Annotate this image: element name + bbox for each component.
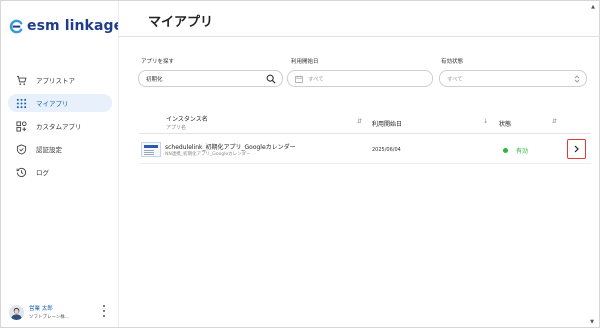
sort-icon[interactable]: ⇵: [552, 118, 557, 125]
chevron-right-icon: [574, 145, 579, 153]
search-value: 初期化: [146, 76, 163, 83]
status-select[interactable]: すべて: [439, 70, 587, 87]
status-text: 有効: [516, 148, 529, 155]
logo-mark-icon: [9, 19, 23, 33]
grid-dots-icon: [16, 98, 27, 109]
detail-button[interactable]: [567, 139, 586, 159]
search-label: アプリを探す: [141, 59, 175, 65]
page-title: マイアプリ: [148, 15, 214, 30]
sidebar-item-logs[interactable]: ログ: [8, 163, 112, 181]
main-content: マイアプリ ▲ ▼ アプリを探す 初期化 利用開始日 すべて 有効状態 すべて …: [118, 1, 600, 327]
table-row[interactable]: schedulelink_初期化アプリ_Googleカレンダー NN連携_初期化…: [139, 135, 591, 164]
column-status[interactable]: 状態: [499, 119, 511, 128]
more-options-icon[interactable]: [101, 305, 107, 317]
instance-name: schedulelink_初期化アプリ_Googleカレンダー: [165, 144, 296, 151]
custom-app-icon: [16, 120, 27, 132]
sort-icon[interactable]: ⇵: [357, 118, 362, 125]
calendar-icon: [295, 75, 303, 83]
start-date-field[interactable]: すべて: [287, 70, 433, 87]
sidebar-item-label: ログ: [36, 169, 49, 177]
sidebar-item-label: マイアプリ: [36, 100, 69, 108]
shield-icon: [16, 143, 27, 155]
column-instance-name[interactable]: インスタンス名: [166, 114, 208, 123]
sidebar: esm linkage アプリストア マイアプリ カスタムアプリ 認証設定 ログ…: [1, 1, 123, 327]
app-name: NN連携_初期化アプリ_Googleカレンダー: [165, 152, 251, 157]
sidebar-item-custom-apps[interactable]: カスタムアプリ: [8, 117, 112, 135]
chevron-updown-icon: [574, 75, 580, 83]
logo[interactable]: esm linkage: [9, 18, 123, 34]
status-badge: 有効: [503, 146, 528, 155]
column-start-date[interactable]: 利用開始日: [372, 119, 402, 128]
history-icon: [16, 167, 27, 178]
status-label: 有効状態: [441, 59, 464, 65]
user-name: 営業 太郎: [29, 306, 53, 312]
sidebar-item-label: アプリストア: [36, 77, 75, 85]
user-org: ソフトブレーン株...: [29, 315, 70, 320]
brand-name: esm linkage: [27, 18, 124, 34]
sidebar-item-auth-settings[interactable]: 認証設定: [8, 140, 112, 158]
user-profile[interactable]: 営業 太郎 ソフトブレーン株...: [9, 302, 113, 322]
scroll-down-icon[interactable]: ▼: [590, 319, 594, 325]
status-placeholder: すべて: [447, 76, 463, 83]
status-dot-icon: [503, 148, 508, 153]
start-date-value: 2025/06/04: [372, 147, 401, 153]
start-date-label: 利用開始日: [291, 59, 319, 65]
page-header: マイアプリ ▲: [119, 1, 600, 37]
cart-icon: [16, 75, 27, 86]
scroll-up-icon[interactable]: ▲: [591, 4, 595, 10]
search-icon[interactable]: [266, 74, 276, 84]
sort-desc-icon[interactable]: ↓: [483, 118, 488, 125]
start-date-placeholder: すべて: [308, 76, 324, 83]
sidebar-item-label: カスタムアプリ: [36, 123, 82, 131]
table-header: インスタンス名 アプリ名 ⇵ 利用開始日 ↓ 状態 ⇵: [139, 109, 591, 134]
app-thumbnail: [141, 142, 161, 157]
user-info: 営業 太郎 ソフトブレーン株...: [29, 304, 69, 320]
sidebar-nav: アプリストア マイアプリ カスタムアプリ 認証設定 ログ: [8, 71, 112, 186]
sidebar-item-app-store[interactable]: アプリストア: [8, 71, 112, 89]
sidebar-item-my-apps[interactable]: マイアプリ: [8, 94, 112, 112]
avatar: [9, 304, 24, 320]
sidebar-item-label: 認証設定: [36, 146, 62, 154]
column-app-name: アプリ名: [166, 125, 187, 131]
search-input[interactable]: 初期化: [138, 70, 283, 87]
